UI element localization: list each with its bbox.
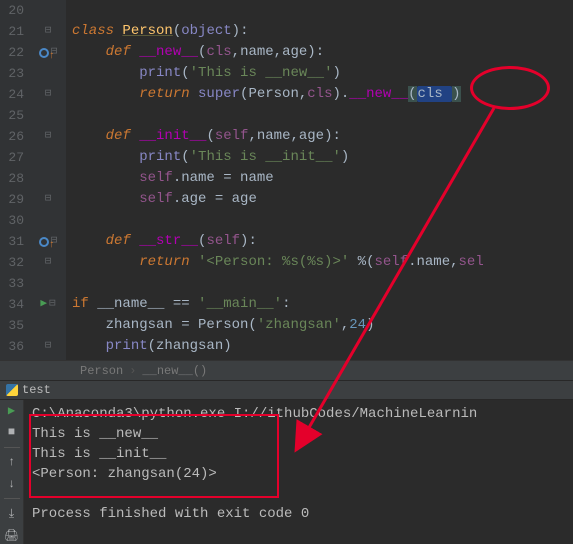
fold-icon[interactable]: ⊟ bbox=[45, 84, 52, 105]
code-line[interactable]: if __name__ == '__main__': bbox=[72, 294, 573, 315]
python-icon bbox=[6, 384, 18, 396]
line-number: 32 bbox=[4, 252, 24, 273]
line-number: 28 bbox=[4, 168, 24, 189]
console-line: <Person: zhangsan(24)> bbox=[32, 464, 565, 484]
console-toolbar: ▶ ■ ↑ ↓ ⤓ 🖨 bbox=[0, 400, 24, 544]
line-number: 22 bbox=[4, 42, 24, 63]
code-line[interactable]: class Person(object): bbox=[72, 21, 573, 42]
line-number: 20 bbox=[4, 0, 24, 21]
run-tool-tab[interactable]: test bbox=[0, 380, 573, 400]
code-line[interactable]: print(zhangsan) bbox=[72, 336, 573, 357]
code-line[interactable]: print('This is __new__') bbox=[72, 63, 573, 84]
breadcrumb-class[interactable]: Person bbox=[80, 364, 123, 378]
gutter-icons[interactable]: ⊟⊟⊟⊟⊟⊟⊟▶⊟⊟ bbox=[30, 0, 66, 360]
gutter-cell[interactable]: ▶⊟ bbox=[30, 294, 66, 315]
code-area[interactable]: class Person(object): def __new__(cls,na… bbox=[66, 0, 573, 360]
fold-icon[interactable]: ⊟ bbox=[49, 294, 56, 315]
code-line[interactable]: return '<Person: %s(%s)>' %(self.name,se… bbox=[72, 252, 573, 273]
code-editor[interactable]: 2021222324252627282930313233343536 ⊟⊟⊟⊟⊟… bbox=[0, 0, 573, 360]
line-number: 23 bbox=[4, 63, 24, 84]
code-line[interactable]: return super(Person,cls).__new__(cls ) bbox=[72, 84, 573, 105]
gutter-cell[interactable]: ⊟ bbox=[30, 84, 66, 105]
stop-button[interactable]: ■ bbox=[3, 423, 21, 440]
code-line[interactable] bbox=[72, 105, 573, 126]
gutter-cell[interactable]: ⊟ bbox=[30, 42, 66, 63]
line-number: 31 bbox=[4, 231, 24, 252]
console-line: Process finished with exit code 0 bbox=[32, 504, 565, 524]
separator bbox=[4, 498, 20, 499]
console-line: This is __init__ bbox=[32, 444, 565, 464]
line-number: 24 bbox=[4, 84, 24, 105]
line-number: 33 bbox=[4, 273, 24, 294]
console-line: This is __new__ bbox=[32, 424, 565, 444]
line-number: 36 bbox=[4, 336, 24, 357]
line-number-gutter: 2021222324252627282930313233343536 bbox=[0, 0, 30, 360]
code-line[interactable]: self.age = age bbox=[72, 189, 573, 210]
code-line[interactable]: def __str__(self): bbox=[72, 231, 573, 252]
run-config-name: test bbox=[22, 383, 51, 397]
line-number: 25 bbox=[4, 105, 24, 126]
fold-icon[interactable]: ⊟ bbox=[45, 336, 52, 357]
line-number: 26 bbox=[4, 126, 24, 147]
fold-icon[interactable]: ⊟ bbox=[45, 21, 52, 42]
gutter-cell[interactable]: ⊟ bbox=[30, 231, 66, 252]
rerun-button[interactable]: ▶ bbox=[3, 402, 21, 419]
gutter-cell[interactable]: ⊟ bbox=[30, 189, 66, 210]
gutter-cell[interactable] bbox=[30, 315, 66, 336]
gutter-cell[interactable] bbox=[30, 210, 66, 231]
run-gutter-icon[interactable]: ▶ bbox=[40, 294, 47, 315]
gutter-cell[interactable] bbox=[30, 0, 66, 21]
print-button[interactable]: 🖨 bbox=[3, 527, 21, 544]
gutter-cell[interactable]: ⊟ bbox=[30, 336, 66, 357]
gutter-cell[interactable] bbox=[30, 147, 66, 168]
chevron-right-icon: › bbox=[129, 364, 136, 378]
override-icon[interactable] bbox=[39, 237, 49, 247]
up-button[interactable]: ↑ bbox=[3, 454, 21, 471]
code-line[interactable]: print('This is __init__') bbox=[72, 147, 573, 168]
code-line[interactable]: def __init__(self,name,age): bbox=[72, 126, 573, 147]
code-line[interactable]: zhangsan = Person('zhangsan',24) bbox=[72, 315, 573, 336]
down-button[interactable]: ↓ bbox=[3, 475, 21, 492]
gutter-cell[interactable]: ⊟ bbox=[30, 126, 66, 147]
console-output[interactable]: C:\Anaconda3\python.exe I://ithubCodes/M… bbox=[24, 400, 573, 544]
line-number: 30 bbox=[4, 210, 24, 231]
line-number: 27 bbox=[4, 147, 24, 168]
line-number: 29 bbox=[4, 189, 24, 210]
gutter-cell[interactable]: ⊟ bbox=[30, 21, 66, 42]
line-number: 35 bbox=[4, 315, 24, 336]
separator bbox=[4, 447, 20, 448]
gutter-cell[interactable] bbox=[30, 168, 66, 189]
code-line[interactable]: self.name = name bbox=[72, 168, 573, 189]
code-line[interactable] bbox=[72, 210, 573, 231]
line-number: 21 bbox=[4, 21, 24, 42]
code-line[interactable] bbox=[72, 273, 573, 294]
code-line[interactable]: def __new__(cls,name,age): bbox=[72, 42, 573, 63]
console-line bbox=[32, 484, 565, 504]
scroll-to-end-button[interactable]: ⤓ bbox=[3, 505, 21, 522]
breadcrumb-method[interactable]: __new__() bbox=[142, 364, 207, 378]
fold-icon[interactable]: ⊟ bbox=[45, 126, 52, 147]
fold-icon[interactable]: ⊟ bbox=[45, 189, 52, 210]
gutter-cell[interactable] bbox=[30, 105, 66, 126]
override-icon[interactable] bbox=[39, 48, 49, 58]
gutter-cell[interactable] bbox=[30, 273, 66, 294]
code-line[interactable] bbox=[72, 0, 573, 21]
run-console: ▶ ■ ↑ ↓ ⤓ 🖨 C:\Anaconda3\python.exe I://… bbox=[0, 400, 573, 544]
breadcrumb[interactable]: Person › __new__() bbox=[0, 360, 573, 380]
line-number: 34 bbox=[4, 294, 24, 315]
console-line: C:\Anaconda3\python.exe I://ithubCodes/M… bbox=[32, 404, 565, 424]
